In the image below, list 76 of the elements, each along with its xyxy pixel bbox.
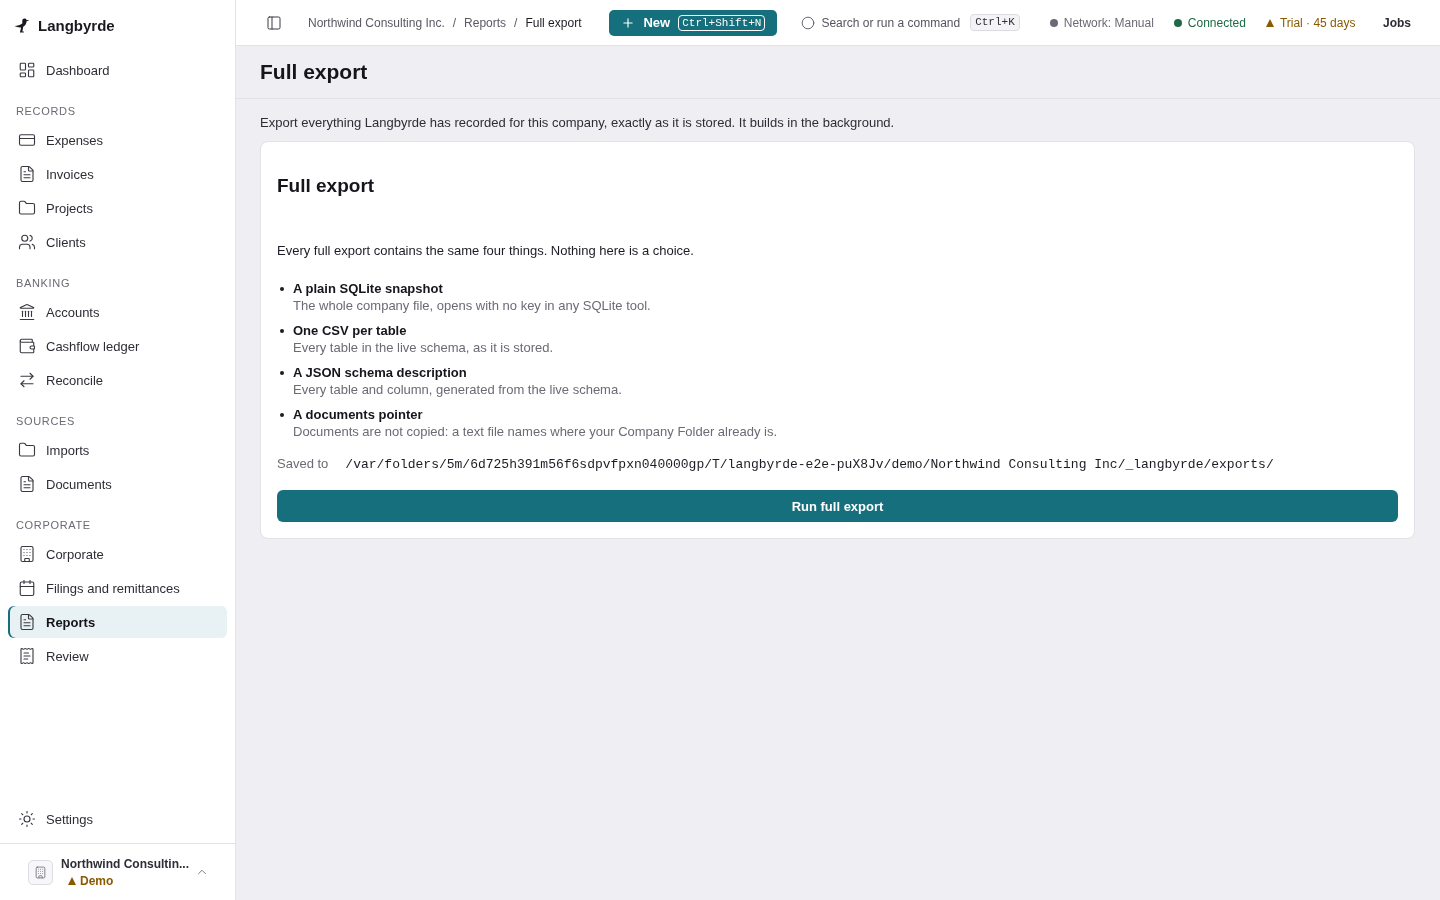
bullet-icon <box>280 329 284 333</box>
export-item-title: A JSON schema description <box>293 364 467 381</box>
breadcrumb-separator: / <box>452 15 457 30</box>
nav-item[interactable]: Corporate <box>8 538 227 570</box>
nav-item[interactable]: Imports <box>8 434 227 466</box>
new-button[interactable]: New Ctrl+Shift+N <box>609 9 778 36</box>
breadcrumb-link[interactable]: Reports <box>464 15 507 30</box>
jobs-button[interactable]: Jobs <box>1383 15 1411 30</box>
company-name: Northwind Consultin... <box>61 856 189 871</box>
status-label: Trial · 45 days <box>1279 15 1356 30</box>
nav-item[interactable]: Documents <box>8 468 227 500</box>
nav-item[interactable]: Cashflow ledger <box>8 330 227 362</box>
page-description: Export everything Langbyrde has recorded for this company, exactly as it is stored. It builds in the background. <box>260 114 896 132</box>
nav-item[interactable]: Filings and remittances <box>8 572 227 604</box>
building-icon <box>28 859 53 885</box>
nav-item[interactable]: Accounts <box>8 296 227 328</box>
nav-section-heading: CORPORATE <box>16 518 91 532</box>
nav-item[interactable]: Settings <box>8 803 227 835</box>
bullet-icon <box>280 371 284 375</box>
breadcrumb-separator: / <box>514 15 518 30</box>
nav-section-heading: RECORDS <box>16 104 76 118</box>
card-intro: Every full export contains the same four things. Nothing here is a choice. <box>277 242 695 260</box>
nav-item[interactable]: Clients <box>8 226 227 258</box>
calendar-icon <box>18 579 36 597</box>
panel-icon[interactable] <box>266 14 282 31</box>
nav-item[interactable]: Reconcile <box>8 364 227 396</box>
export-item-title: A plain SQLite snapshot <box>293 280 443 297</box>
export-item-description: The whole company file, opens with no key in any SQLite tool. <box>293 297 651 314</box>
brand-name: Langbyrde <box>38 16 115 34</box>
export-item-description: Every table and column, generated from the live schema. <box>293 381 622 398</box>
nav-section-heading: BANKING <box>16 276 71 290</box>
card-title: Full export <box>277 174 376 198</box>
export-item-description: Every table in the live schema, as it is stored. <box>293 339 554 356</box>
export-item-title: One CSV per table <box>293 322 407 339</box>
document-icon <box>18 613 36 631</box>
saved-to-label: Saved to <box>277 455 329 473</box>
bullet-icon <box>280 413 284 417</box>
page-title: Full export <box>260 60 368 84</box>
command-search-button[interactable]: Search or run a command Ctrl+K <box>801 14 1020 31</box>
status-label: Network: Manual <box>1063 15 1154 30</box>
receipt-icon <box>18 647 36 665</box>
shortcut-key: Ctrl+K <box>970 14 1020 31</box>
bullet-icon <box>280 287 284 291</box>
shortcut-key: Ctrl+Shift+N <box>678 14 766 31</box>
nav-item[interactable]: Dashboard <box>8 54 227 86</box>
triangle-icon <box>68 876 76 885</box>
demo-label: Demo <box>80 873 114 888</box>
nav-item[interactable]: Projects <box>8 192 227 224</box>
folder-icon <box>18 441 36 459</box>
document-icon <box>18 475 36 493</box>
bank-icon <box>18 303 36 321</box>
current-page-label: Full export <box>525 15 582 30</box>
nav-item[interactable]: Expenses <box>8 124 227 156</box>
export-item-description: Documents are not copied: a text file names where your Company Folder already is. <box>293 423 778 440</box>
wallet-icon <box>18 337 36 355</box>
nav-item[interactable]: Reports <box>8 606 227 638</box>
run-export-button[interactable]: Run full export <box>277 490 1398 522</box>
document-icon <box>18 165 36 183</box>
nav-item[interactable]: Review <box>8 640 227 672</box>
card-icon <box>18 131 36 149</box>
folder-icon <box>18 199 36 217</box>
nav-section-heading: SOURCES <box>16 414 76 428</box>
nav-item[interactable]: Invoices <box>8 158 227 190</box>
export-item-title: A documents pointer <box>293 406 423 423</box>
circle-icon <box>801 15 816 30</box>
people-icon <box>18 233 36 251</box>
arrows-icon <box>18 371 36 389</box>
bird-icon <box>14 17 30 33</box>
company-switcher[interactable]: Northwind Consultin... Demo <box>0 843 235 900</box>
export-path: /var/folders/5m/6d725h391m56f6sdpvfpxn040000gp/T/langbyrde-e2e-puX8Jv/demo/Northwind Consulting Inc/_langbyrde/exports/ <box>345 456 1274 474</box>
dashboard-grid-icon <box>18 61 36 79</box>
status-label: Connected <box>1187 15 1246 30</box>
building-icon <box>18 545 36 563</box>
breadcrumb-link[interactable]: Northwind Consulting Inc. <box>308 15 445 30</box>
sun-icon <box>18 810 36 828</box>
plus-icon <box>621 15 636 30</box>
